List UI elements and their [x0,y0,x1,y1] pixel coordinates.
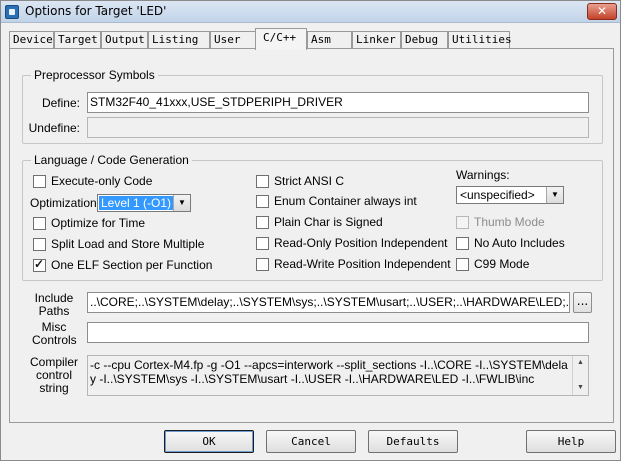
split-load-box[interactable] [33,238,46,251]
warnings-label: Warnings: [456,168,510,182]
tab-device[interactable]: Device [9,31,54,49]
tab-utilities[interactable]: Utilities [448,31,512,49]
tab-linker[interactable]: Linker [352,31,401,49]
one-elf-label: One ELF Section per Function [51,258,213,272]
app-icon [5,5,19,19]
split-load-label: Split Load and Store Multiple [51,237,205,251]
misc-controls-label-line1: Misc [41,320,67,334]
tab-c-cpp[interactable]: C/C++ [255,28,307,50]
include-paths-label: Include Paths [32,292,76,318]
cancel-button[interactable]: Cancel [266,430,356,453]
optimization-value: Level 1 (-O1) [99,196,174,210]
compiler-control-label: Compiler control string [30,356,78,395]
compiler-control-scrollbar[interactable]: ▲ ▼ [572,356,588,395]
language-group-title: Language / Code Generation [31,153,192,167]
undefine-label: Undefine: [28,121,80,135]
no-auto-includes-label: No Auto Includes [474,236,565,250]
scroll-up-icon[interactable]: ▲ [573,356,588,370]
misc-controls-label-line2: Controls [32,333,77,347]
tab-listing[interactable]: Listing [148,31,210,49]
ok-button[interactable]: OK [164,430,254,453]
one-elf-box[interactable]: ✓ [33,257,46,272]
compiler-control-textarea[interactable]: -c --cpu Cortex-M4.fp -g -O1 --apcs=inte… [87,355,589,396]
include-paths-label-line2: Paths [38,304,70,318]
compiler-control-label-line2: control [35,368,73,382]
misc-controls-input[interactable] [87,322,589,343]
no-auto-includes-box[interactable] [456,237,469,250]
include-paths-label-line1: Include [34,291,74,305]
chevron-down-icon[interactable]: ▼ [173,195,190,211]
warnings-select[interactable]: <unspecified> ▼ [456,186,564,204]
chevron-down-icon[interactable]: ▼ [546,187,563,203]
tab-target[interactable]: Target [54,31,101,49]
tab-asm[interactable]: Asm [307,31,352,49]
define-label: Define: [41,96,80,110]
help-button[interactable]: Help [526,430,616,453]
c99-mode-box[interactable] [456,258,469,271]
undefine-input[interactable] [87,117,589,138]
thumb-mode-label: Thumb Mode [474,215,545,229]
strict-ansi-box[interactable] [256,175,269,188]
define-input[interactable]: STM32F40_41xxx,USE_STDPERIPH_DRIVER [87,92,589,113]
c-cpp-panel: Preprocessor Symbols Define: STM32F40_41… [9,48,614,423]
c99-mode-label: C99 Mode [474,257,530,271]
window-title: Options for Target 'LED' [25,4,167,18]
rw-pos-indep-box[interactable] [256,258,269,271]
optimize-time-box[interactable] [33,217,46,230]
defaults-button[interactable]: Defaults [368,430,458,453]
ro-pos-indep-label: Read-Only Position Independent [274,236,448,250]
title-bar[interactable]: Options for Target 'LED' ✕ [1,1,620,23]
misc-controls-label: Misc Controls [32,320,77,347]
include-paths-input[interactable]: ..\CORE;..\SYSTEM\delay;..\SYSTEM\sys;..… [87,292,570,313]
options-dialog: Options for Target 'LED' ✕ Device Target… [0,0,621,461]
check-icon: ✓ [34,257,45,271]
strict-ansi-label: Strict ANSI C [274,174,345,188]
execute-only-box[interactable] [33,175,46,188]
plain-char-label: Plain Char is Signed [274,215,383,229]
plain-char-box[interactable] [256,216,269,229]
scroll-down-icon[interactable]: ▼ [573,381,588,395]
tab-output[interactable]: Output [101,31,148,49]
thumb-mode-box [456,216,469,229]
warnings-value: <unspecified> [460,188,535,202]
optimize-time-label: Optimize for Time [51,216,146,230]
compiler-control-label-line3: string [39,381,69,395]
rw-pos-indep-label: Read-Write Position Independent [274,257,451,271]
enum-container-box[interactable] [256,195,269,208]
tab-user[interactable]: User [210,31,258,49]
tab-debug[interactable]: Debug [401,31,448,49]
optimization-select[interactable]: Level 1 (-O1) ▼ [97,194,191,212]
optimization-label: Optimization: [30,196,101,210]
ro-pos-indep-box[interactable] [256,237,269,250]
close-button[interactable]: ✕ [587,3,617,20]
browse-include-paths-button[interactable]: ... [573,292,592,313]
execute-only-label: Execute-only Code [51,174,153,188]
enum-container-label: Enum Container always int [274,194,417,208]
compiler-control-text: -c --cpu Cortex-M4.fp -g -O1 --apcs=inte… [90,358,568,386]
preprocessor-group-title: Preprocessor Symbols [31,68,158,82]
compiler-control-label-line1: Compiler [30,355,79,369]
